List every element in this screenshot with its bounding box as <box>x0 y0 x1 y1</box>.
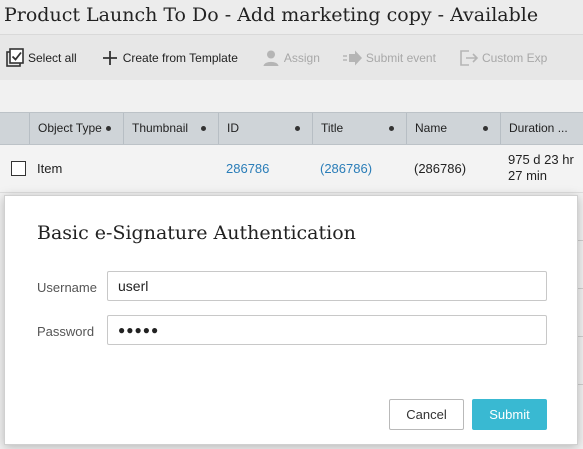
toolbar-spacer <box>0 80 583 112</box>
cell-name: (286786) <box>414 161 467 176</box>
column-menu-icon[interactable] <box>483 126 488 131</box>
cancel-button[interactable]: Cancel <box>389 399 464 430</box>
dialog-title: Basic e-Signature Authentication <box>37 222 356 244</box>
toolbar: Select all Create from Template Assign S… <box>0 34 583 80</box>
column-header-label: Name <box>415 121 448 135</box>
assign-label: Assign <box>283 50 320 65</box>
password-label: Password <box>37 324 95 339</box>
column-header-thumbnail[interactable]: Thumbnail <box>123 113 218 144</box>
submit-button[interactable]: Submit <box>472 399 547 430</box>
column-menu-icon[interactable] <box>106 126 111 131</box>
cell-id-link[interactable]: 286786 <box>218 145 312 193</box>
column-header-label: Object Type <box>38 121 102 135</box>
column-header-title[interactable]: Title <box>312 113 406 144</box>
submit-event-label: Submit event <box>365 50 436 65</box>
arrow-right-icon <box>340 49 366 67</box>
results-grid: Object Type Thumbnail ID Title Name Dura… <box>0 112 583 193</box>
header-check-column <box>0 113 29 144</box>
duration-line: 975 d 23 hr <box>508 152 574 167</box>
column-menu-icon[interactable] <box>201 126 206 131</box>
username-field[interactable] <box>107 271 547 301</box>
select-all-label: Select all <box>28 50 77 65</box>
export-icon <box>456 48 482 68</box>
plus-icon <box>97 49 123 67</box>
esignature-dialog: Basic e-Signature Authentication Usernam… <box>4 195 578 445</box>
checklist-icon <box>2 47 28 69</box>
column-header-label: Thumbnail <box>132 121 189 135</box>
submit-event-button[interactable]: Submit event <box>336 35 440 80</box>
column-header-duration[interactable]: Duration ... <box>500 113 583 144</box>
cell-object-type: Item <box>37 161 63 176</box>
column-header-object-type[interactable]: Object Type <box>29 113 123 144</box>
grid-header: Object Type Thumbnail ID Title Name Dura… <box>0 112 583 145</box>
column-menu-icon[interactable] <box>389 126 394 131</box>
column-header-label: Duration ... <box>509 121 568 135</box>
select-all-button[interactable]: Select all <box>0 35 81 80</box>
column-header-label: ID <box>227 121 239 135</box>
column-header-label: Title <box>321 121 344 135</box>
column-header-id[interactable]: ID <box>218 113 312 144</box>
custom-export-button[interactable]: Custom Exp <box>452 35 551 80</box>
table-row[interactable]: Item 286786 (286786) (286786) 975 d 23 h… <box>0 145 583 193</box>
duration-line: 27 min <box>508 168 548 183</box>
cell-title-link[interactable]: (286786) <box>312 145 406 193</box>
custom-export-label: Custom Exp <box>481 50 548 65</box>
cell-thumbnail <box>123 145 218 193</box>
column-menu-icon[interactable] <box>295 126 300 131</box>
person-icon <box>258 48 284 68</box>
window-title: Product Launch To Do - Add marketing cop… <box>0 0 583 34</box>
column-header-name[interactable]: Name <box>406 113 500 144</box>
create-from-template-button[interactable]: Create from Template <box>93 35 242 80</box>
row-checkbox[interactable] <box>11 161 26 176</box>
cell-duration: 975 d 23 hr 27 min <box>500 145 583 193</box>
password-field[interactable]: ●●●●● <box>107 315 547 345</box>
username-label: Username <box>37 280 97 295</box>
assign-button[interactable]: Assign <box>254 35 324 80</box>
create-from-template-label: Create from Template <box>122 50 238 65</box>
